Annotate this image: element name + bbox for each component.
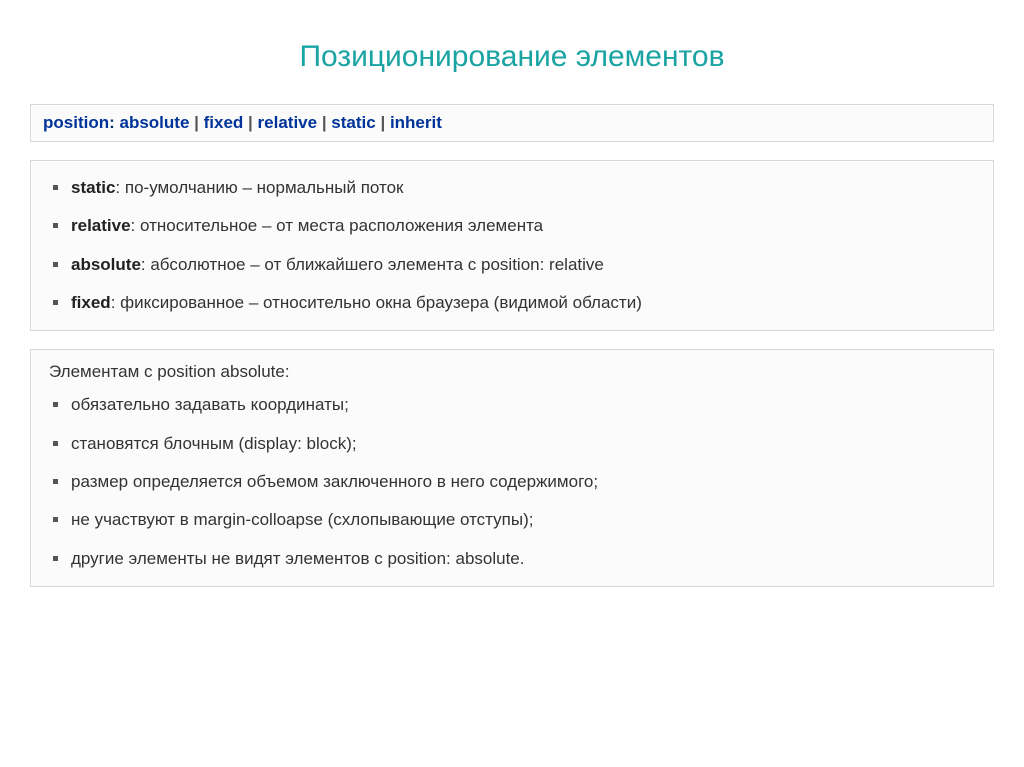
syntax-panel: position: absolute | fixed | relative | … (30, 104, 994, 142)
notes-item: размер определяется объемом заключенного… (53, 463, 981, 501)
syntax-property: position (43, 113, 109, 132)
slide-container: Позиционирование элементов position: abs… (0, 0, 1024, 635)
notes-intro: Элементам с position absolute: (43, 358, 981, 386)
syntax-sep-3: | (380, 113, 389, 132)
slide-title: Позиционирование элементов (30, 40, 994, 74)
notes-panel: Элементам с position absolute: обязатель… (30, 349, 994, 587)
definition-desc: : относительное – от места расположения … (131, 216, 544, 235)
definition-item: fixed: фиксированное – относительно окна… (53, 284, 981, 322)
syntax-value-4: inherit (390, 113, 442, 132)
definition-desc: : по-умолчанию – нормальный поток (115, 178, 403, 197)
notes-item: не участвуют в margin-colloapse (схлопыв… (53, 501, 981, 539)
definition-item: static: по-умолчанию – нормальный поток (53, 169, 981, 207)
notes-item: обязательно задавать координаты; (53, 386, 981, 424)
notes-item: другие элементы не видят элементов с pos… (53, 540, 981, 578)
syntax-value-3: static (331, 113, 375, 132)
definition-term: absolute (71, 255, 141, 274)
definition-desc: : абсолютное – от ближайшего элемента с … (141, 255, 604, 274)
definition-term: static (71, 178, 115, 197)
syntax-value-2: relative (258, 113, 318, 132)
definition-desc: : фиксированное – относительно окна брау… (111, 293, 642, 312)
definitions-panel: static: по-умолчанию – нормальный поток … (30, 160, 994, 331)
syntax-sep-0: | (194, 113, 203, 132)
definition-term: fixed (71, 293, 111, 312)
syntax-colon: : (109, 113, 119, 132)
definition-item: absolute: абсолютное – от ближайшего эле… (53, 246, 981, 284)
definition-item: relative: относительное – от места распо… (53, 207, 981, 245)
syntax-value-0: absolute (120, 113, 190, 132)
syntax-value-1: fixed (204, 113, 244, 132)
notes-item: становятся блочным (display: block); (53, 425, 981, 463)
syntax-sep-2: | (322, 113, 331, 132)
definitions-list: static: по-умолчанию – нормальный поток … (43, 169, 981, 322)
syntax-sep-1: | (248, 113, 257, 132)
definition-term: relative (71, 216, 131, 235)
notes-list: обязательно задавать координаты; становя… (43, 386, 981, 578)
